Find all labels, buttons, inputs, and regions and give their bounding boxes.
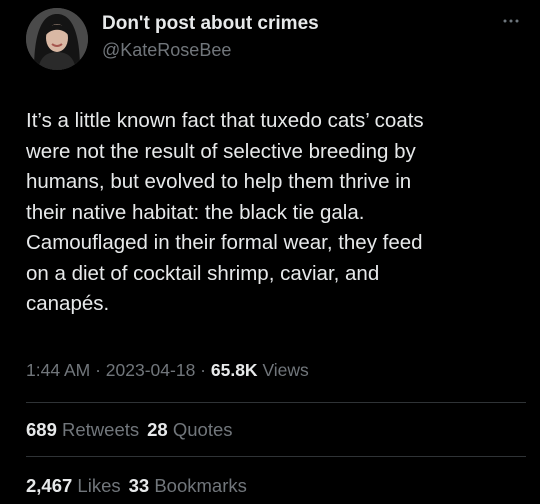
likes-count: 2,467 xyxy=(26,475,73,496)
bookmarks-link[interactable]: 33 Bookmarks xyxy=(129,475,247,496)
tweet-date[interactable]: 2023-04-18 xyxy=(106,360,196,380)
tweet-text-line: were not the result of selective breedin… xyxy=(26,139,416,163)
tweet-text-line: on a diet of cocktail shrimp, caviar, an… xyxy=(26,261,380,285)
tweet-meta: 1:44 AM · 2023-04-18 · 65.8K Views xyxy=(26,360,309,381)
meta-separator: · xyxy=(195,360,211,380)
views-count: 65.8K xyxy=(210,360,258,380)
views-label: Views xyxy=(257,360,309,380)
tweet-text-line: canapés. xyxy=(26,292,110,315)
tweet-text-line: their native habitat: the black tie gala… xyxy=(26,200,365,224)
quotes-count: 28 xyxy=(147,419,168,440)
retweets-link[interactable]: 689 Retweets xyxy=(26,419,139,440)
user-handle[interactable]: @KateRoseBee xyxy=(102,40,231,61)
engagement-row: 2,467 Likes 33 Bookmarks xyxy=(26,475,247,497)
quotes-label: Quotes xyxy=(167,419,233,440)
bookmarks-count: 33 xyxy=(128,475,150,496)
tweet: Don't post about crimes @KateRoseBee It’… xyxy=(0,0,540,504)
avatar-image xyxy=(26,8,88,70)
retweets-count: 689 xyxy=(26,419,57,440)
likes-label: Likes xyxy=(72,475,121,496)
retweets-label: Retweets xyxy=(56,419,140,440)
avatar[interactable] xyxy=(26,8,88,70)
bookmarks-label: Bookmarks xyxy=(149,475,247,496)
tweet-text: It’s a little known fact that tuxedo cat… xyxy=(26,106,526,320)
tweet-time[interactable]: 1:44 AM xyxy=(26,360,90,380)
tweet-text-line: humans, but evolved to help them thrive … xyxy=(26,170,412,193)
engagement-row: 689 Retweets 28 Quotes xyxy=(26,419,233,441)
more-dots-icon-glyph xyxy=(503,19,519,23)
quotes-link[interactable]: 28 Quotes xyxy=(147,419,232,440)
tweet-text-line: It’s a little known fact that tuxedo cat… xyxy=(26,109,424,132)
more-dots-icon[interactable] xyxy=(502,12,520,26)
meta-separator: · xyxy=(90,360,106,380)
divider xyxy=(26,402,526,403)
display-name[interactable]: Don't post about crimes xyxy=(102,13,319,35)
divider xyxy=(26,456,526,457)
tweet-text-line: Camouflaged in their formal wear, they f… xyxy=(26,231,423,254)
likes-link[interactable]: 2,467 Likes xyxy=(26,475,121,496)
